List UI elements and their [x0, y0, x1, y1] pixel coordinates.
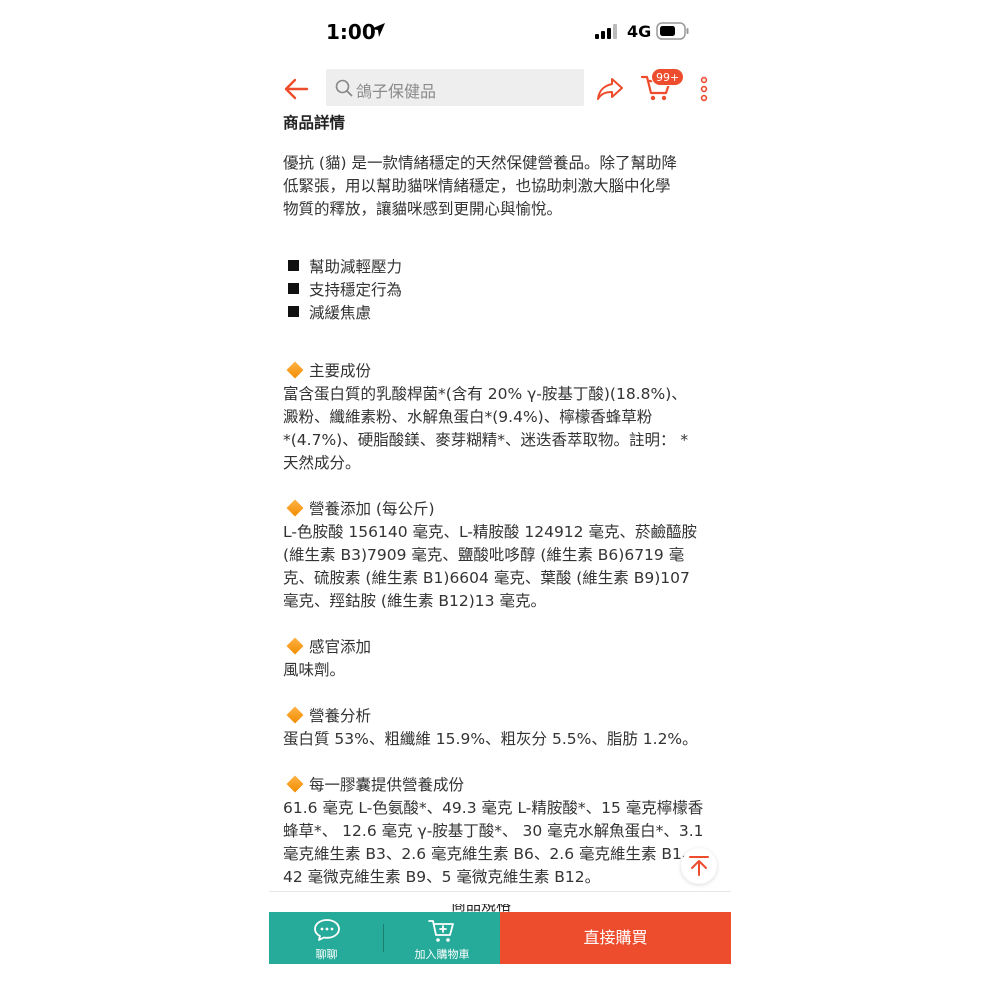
cart-badge: 99+ [651, 68, 685, 86]
bottom-action-bar: 聊聊 加入購物車 直接購買 [269, 912, 731, 964]
intro-line: 優抗 (貓) 是一款情緒穩定的天然保健營養品。除了幫助降 [283, 154, 677, 172]
text-line: L-色胺酸 156140 毫克、L-精胺酸 124912 毫克、菸鹼醯胺 [283, 523, 697, 541]
section-heading: 感官添加 [283, 636, 719, 659]
square-bullet-icon [288, 283, 299, 294]
benefit-list: 幫助減輕壓力 支持穩定行為 減緩焦慮 [283, 256, 719, 325]
ingredients-section: 主要成份 富含蛋白質的乳酸桿菌*(含有 20% γ-胺基丁酸)(18.8%)、 … [283, 360, 719, 475]
section-divider [269, 891, 731, 892]
product-description: 商品詳情 優抗 (貓) 是一款情緒穩定的天然保健營養品。除了幫助降 低緊張，用以… [283, 112, 719, 889]
text-line: 毫克維生素 B3、2.6 毫克維生素 B6、2.6 毫克維生素 B1、 [283, 845, 698, 863]
signal-icon [595, 24, 617, 39]
search-icon [335, 79, 353, 97]
text-line: 蛋白質 53%、粗纖維 15.9%、粗灰分 5.5%、脂肪 1.2%。 [283, 730, 698, 748]
search-bar[interactable]: 鴿子保健品 [326, 69, 584, 106]
sensory-additives-section: 感官添加 風味劑。 [283, 636, 719, 682]
network-type: 4G [627, 22, 652, 41]
text-line: (維生素 B3)7909 毫克、鹽酸吡哆醇 (維生素 B6)6719 毫 [283, 546, 685, 564]
text-line: 克、硫胺素 (維生素 B1)6604 毫克、葉酸 (維生素 B9)107 [283, 569, 690, 587]
next-section-title-partial: 商品規格 [451, 904, 531, 912]
section-title: 商品詳情 [283, 114, 346, 132]
chat-label: 聊聊 [315, 948, 338, 961]
list-item: 減緩焦慮 [283, 302, 719, 325]
buy-now-button[interactable]: 直接購買 [500, 912, 731, 964]
per-capsule-section: 每一膠囊提供營養成份 61.6 毫克 L-色氨酸*、49.3 毫克 L-精胺酸*… [283, 774, 719, 889]
section-heading: 主要成份 [283, 360, 719, 383]
add-to-cart-button[interactable]: 加入購物車 [384, 912, 500, 964]
phone-screen: 1:00 4G 鴿子保健品 99+ 商品詳情 優抗 (貓) 是一款情緒穩定的天然… [269, 0, 731, 1000]
text-line: 富含蛋白質的乳酸桿菌*(含有 20% γ-胺基丁酸)(18.8%)、 [283, 385, 687, 403]
chat-bubble-icon [313, 919, 340, 941]
add-to-cart-label: 加入購物車 [414, 948, 470, 961]
nutrition-additives-section: 營養添加 (每公斤) L-色胺酸 156140 毫克、L-精胺酸 124912 … [283, 498, 719, 613]
text-line: 蜂草*、 12.6 毫克 γ-胺基丁酸*、 30 毫克水解魚蛋白*、3.1 [283, 822, 704, 840]
battery-icon [656, 22, 689, 40]
section-heading: 每一膠囊提供營養成份 [283, 774, 719, 797]
scroll-to-top-button[interactable] [681, 848, 717, 884]
chat-button[interactable]: 聊聊 [269, 912, 384, 964]
location-arrow-icon [371, 23, 385, 37]
text-line: 61.6 毫克 L-色氨酸*、49.3 毫克 L-精胺酸*、15 毫克檸檬香 [283, 799, 704, 817]
list-item: 幫助減輕壓力 [283, 256, 719, 279]
section-heading: 營養分析 [283, 705, 719, 728]
text-line: 天然成分。 [283, 454, 361, 472]
text-line: 風味劑。 [283, 661, 346, 679]
share-icon[interactable] [596, 76, 624, 102]
orange-diamond-icon [286, 775, 304, 792]
text-line: 42 毫微克維生素 B9、5 毫微克維生素 B12。 [283, 868, 601, 886]
orange-diamond-icon [286, 706, 304, 723]
intro-paragraph: 優抗 (貓) 是一款情緒穩定的天然保健營養品。除了幫助降 低緊張，用以幫助貓咪情… [283, 152, 719, 221]
text-line: 澱粉、纖維素粉、水解魚蛋白*(9.4%)、檸檬香蜂草粉 [283, 408, 653, 426]
back-arrow-icon[interactable] [283, 76, 309, 102]
intro-line: 物質的釋放，讓貓咪感到更開心與愉悅。 [283, 200, 563, 218]
top-nav: 鴿子保健品 99+ [269, 62, 731, 116]
more-options-icon[interactable] [699, 76, 709, 102]
section-heading: 營養添加 (每公斤) [283, 498, 719, 521]
orange-diamond-icon [286, 637, 304, 654]
list-item: 支持穩定行為 [283, 279, 719, 302]
text-line: 毫克、羥鈷胺 (維生素 B12)13 毫克。 [283, 592, 546, 610]
arrow-up-icon [689, 856, 709, 876]
status-bar: 1:00 4G [269, 0, 731, 60]
intro-line: 低緊張，用以幫助貓咪情緒穩定，也協助刺激大腦中化學 [283, 177, 671, 195]
square-bullet-icon [288, 306, 299, 317]
square-bullet-icon [288, 260, 299, 271]
orange-diamond-icon [286, 361, 304, 378]
text-line: *(4.7%)、硬脂酸鎂、麥芽糊精*、迷迭香萃取物。註明： * [283, 431, 689, 449]
status-time: 1:00 [326, 20, 376, 44]
orange-diamond-icon [286, 499, 304, 516]
add-to-cart-icon [428, 920, 454, 942]
search-placeholder: 鴿子保健品 [356, 82, 437, 101]
nutrition-analysis-section: 營養分析 蛋白質 53%、粗纖維 15.9%、粗灰分 5.5%、脂肪 1.2%。 [283, 705, 719, 751]
